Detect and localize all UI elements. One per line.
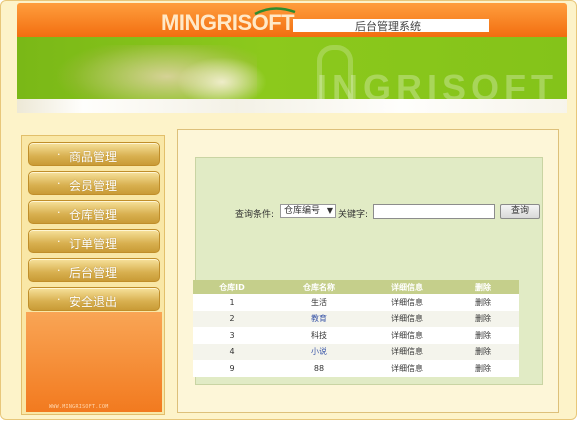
cell-id: 1 (193, 294, 271, 311)
table-row: 9 88 详细信息 删除 (193, 360, 519, 377)
sidebar-item-label: 会员管理 (69, 179, 118, 193)
table-row: 3 科技 详细信息 删除 (193, 327, 519, 344)
sidebar-item-admin[interactable]: · 后台管理 (28, 258, 160, 282)
cell-id: 4 (193, 343, 271, 360)
bullet-icon: · (57, 148, 61, 161)
system-title: 后台管理系统 (355, 20, 421, 33)
table-row: 2 教育 详细信息 删除 (193, 310, 519, 327)
delete-link[interactable]: 删除 (447, 294, 519, 311)
cell-name: 教育 (271, 310, 367, 327)
sidebar-item-warehouse[interactable]: · 仓库管理 (28, 200, 160, 224)
bullet-icon: · (57, 264, 61, 277)
keyword-input[interactable] (373, 204, 495, 219)
sidebar: · 商品管理 · 会员管理 · 仓库管理 · 订单管理 · 后台管理 · 安全退… (21, 135, 165, 415)
sidebar-footer-panel: WWW.MINGRISOFT.COM (26, 312, 162, 412)
sidebar-item-label: 仓库管理 (69, 208, 118, 222)
logo-swoosh-icon (254, 7, 296, 16)
detail-link[interactable]: 详细信息 (367, 360, 447, 377)
app-frame: MINGRISOFT 后台管理系统 INGRISOFT · 商品管理 · 会员管… (0, 0, 577, 420)
condition-value: 仓库编号 (284, 206, 321, 216)
delete-link[interactable]: 删除 (447, 360, 519, 377)
table-row: 4 小说 详细信息 删除 (193, 343, 519, 360)
dropdown-arrow-icon: ▼ (326, 206, 333, 215)
cell-name: 小说 (271, 343, 367, 360)
cell-name: 88 (271, 360, 367, 377)
sidebar-item-label: 后台管理 (69, 266, 118, 280)
sidebar-item-products[interactable]: · 商品管理 (28, 142, 160, 166)
column-header-id: 仓库ID (193, 280, 271, 294)
delete-link[interactable]: 删除 (447, 327, 519, 344)
column-header-name: 仓库名称 (271, 280, 367, 294)
keyword-label: 关键字: (338, 210, 369, 220)
bullet-icon: · (57, 177, 61, 190)
sidebar-item-label: 订单管理 (69, 237, 118, 251)
cell-id: 9 (193, 360, 271, 377)
sidebar-item-orders[interactable]: · 订单管理 (28, 229, 160, 253)
bullet-icon: · (57, 293, 61, 306)
footer-url: WWW.MINGRISOFT.COM (49, 404, 109, 410)
detail-link[interactable]: 详细信息 (367, 327, 447, 344)
cell-id: 2 (193, 310, 271, 327)
delete-link[interactable]: 删除 (447, 310, 519, 327)
condition-label: 查询条件: (235, 210, 275, 220)
detail-link[interactable]: 详细信息 (367, 294, 447, 311)
cell-id: 3 (193, 327, 271, 344)
delete-link[interactable]: 删除 (447, 343, 519, 360)
detail-link[interactable]: 详细信息 (367, 310, 447, 327)
table-row: 1 生活 详细信息 删除 (193, 294, 519, 311)
sidebar-item-label: 安全退出 (69, 295, 118, 309)
condition-select[interactable]: 仓库编号 ▼ (280, 204, 336, 218)
query-button[interactable]: 查询 (500, 204, 540, 219)
cell-name: 科技 (271, 327, 367, 344)
column-header-delete: 删除 (447, 280, 519, 294)
table-header-row: 仓库ID 仓库名称 详细信息 删除 (193, 280, 519, 294)
column-header-detail: 详细信息 (367, 280, 447, 294)
warehouse-table: 仓库ID 仓库名称 详细信息 删除 1 生活 详细信息 删除 2 教育 详细信息… (193, 280, 519, 377)
banner-bottom-band (17, 99, 567, 113)
sidebar-item-logout[interactable]: · 安全退出 (28, 287, 160, 311)
detail-link[interactable]: 详细信息 (367, 343, 447, 360)
bullet-icon: · (57, 206, 61, 219)
sidebar-item-label: 商品管理 (69, 150, 118, 164)
bullet-icon: · (57, 235, 61, 248)
sidebar-item-members[interactable]: · 会员管理 (28, 171, 160, 195)
cell-name: 生活 (271, 294, 367, 311)
